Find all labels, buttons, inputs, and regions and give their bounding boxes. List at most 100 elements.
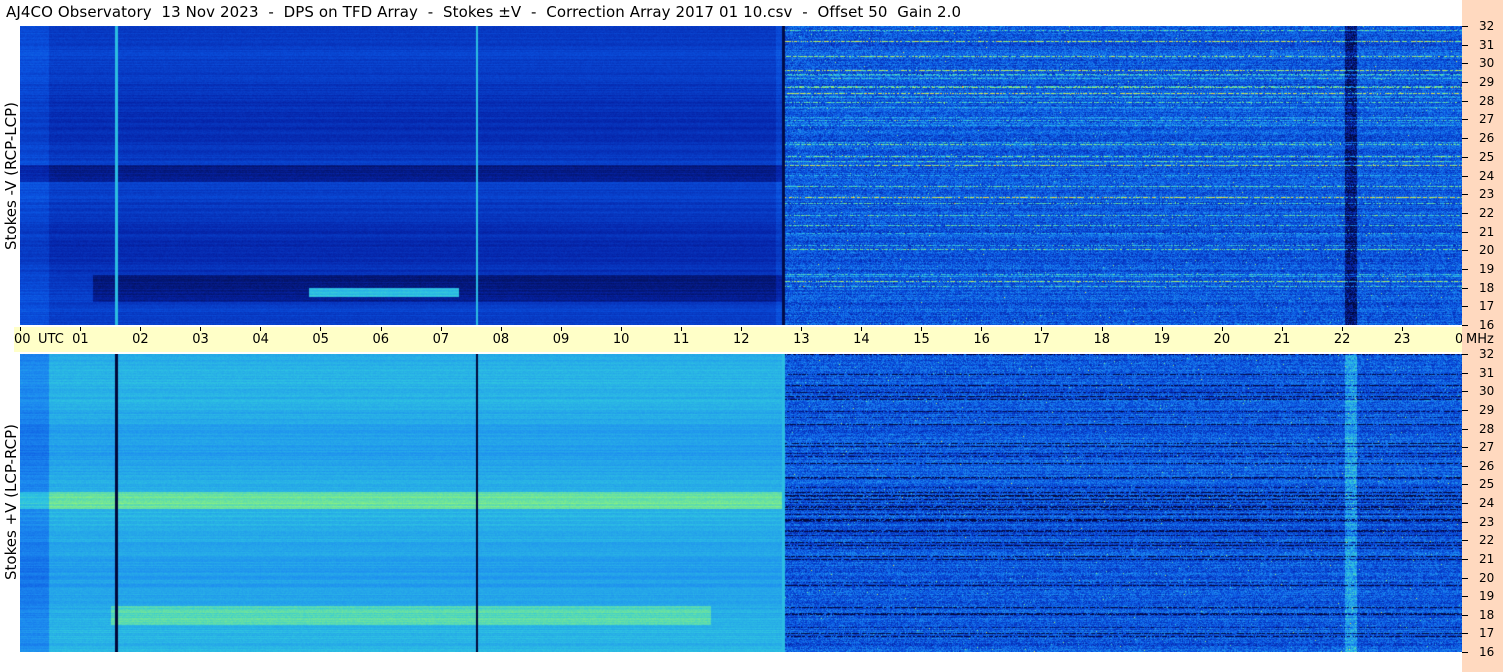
frequency-tick-mark (1462, 596, 1468, 598)
time-tick-mark (200, 327, 202, 331)
frequency-tick-label: 31 (1479, 37, 1495, 52)
frequency-tick-label: 31 (1479, 365, 1495, 380)
time-tick-mark (981, 327, 983, 331)
time-tick-label: 10 (612, 332, 630, 347)
frequency-tick-mark (1462, 447, 1468, 449)
frequency-tick-label: 30 (1479, 56, 1495, 71)
frequency-tick-label: 20 (1479, 243, 1495, 258)
time-tick-mark (1281, 327, 1283, 331)
spectrogram-top-panel (20, 26, 1462, 325)
frequency-tick-label: 19 (1479, 589, 1495, 604)
time-tick-label: 03 (192, 332, 209, 347)
frequency-tick-label: 19 (1479, 261, 1495, 276)
frequency-tick-label: 32 (1479, 19, 1495, 33)
frequency-tick-mark (1462, 354, 1468, 355)
time-tick-label: 09 (552, 332, 570, 347)
time-axis: 00 UTC 01 02 03 04 05 06 07 08 09 10 11 12 13 14 15 16 17 1… (14, 327, 1474, 352)
time-tick-label: 23 (1393, 332, 1411, 347)
frequency-tick-mark (1462, 325, 1468, 326)
frequency-tick-mark (1462, 82, 1468, 84)
frequency-tick-label: 16 (1479, 318, 1495, 332)
frequency-tick-mark (1462, 428, 1468, 430)
time-tick-label: 17 (1033, 332, 1050, 347)
frequency-tick-mark (1462, 521, 1468, 523)
time-tick-mark (1101, 327, 1103, 331)
frequency-tick-label: 25 (1479, 477, 1495, 492)
frequency-tick-mark (1462, 614, 1468, 616)
frequency-tick-label: 26 (1479, 131, 1495, 146)
time-tick-mark (1341, 327, 1343, 331)
frequency-tick-label: 28 (1479, 421, 1495, 436)
time-tick-mark (680, 327, 682, 331)
frequency-tick-label: 30 (1479, 384, 1495, 399)
time-tick-label: 22 (1333, 332, 1351, 347)
frequency-tick-label: 27 (1479, 112, 1495, 127)
bottom-panel-ylabel: Stokes +V (LCP-RCP) (2, 424, 20, 580)
time-tick-label: 18 (1093, 332, 1111, 347)
time-tick-label: 12 (733, 332, 750, 347)
frequency-tick-mark (1462, 212, 1468, 214)
time-tick-label: 14 (853, 332, 870, 347)
frequency-tick-mark (1462, 194, 1468, 196)
frequency-tick-label: 26 (1479, 458, 1495, 473)
frequency-tick-label: 29 (1479, 402, 1495, 417)
spectrogram-top-canvas (20, 26, 1462, 325)
frequency-tick-mark (1462, 409, 1468, 411)
spectrogram-bottom-panel (20, 354, 1462, 652)
frequency-tick-label: 24 (1479, 168, 1495, 183)
frequency-tick-mark (1462, 306, 1468, 308)
time-tick-label: 21 (1273, 332, 1291, 347)
time-tick-mark (380, 327, 382, 331)
frequency-tick-mark (1462, 372, 1468, 374)
frequency-tick-mark (1462, 138, 1468, 140)
time-unit-label: UTC (38, 332, 64, 347)
chart-title: AJ4CO Observatory 13 Nov 2023 - DPS on T… (6, 3, 962, 21)
time-tick-label: 01 (72, 332, 89, 347)
frequency-tick-label: 22 (1479, 205, 1495, 220)
frequency-tick-mark (1462, 175, 1468, 177)
time-tick-mark (921, 327, 923, 331)
frequency-tick-mark (1462, 26, 1468, 27)
frequency-tick-mark (1462, 652, 1468, 653)
frequency-tick-label: 23 (1479, 514, 1495, 529)
frequency-tick-mark (1462, 63, 1468, 65)
time-tick-label: 02 (132, 332, 149, 347)
frequency-tick-label: 17 (1479, 299, 1495, 314)
frequency-tick-label: 25 (1479, 149, 1495, 164)
frequency-tick-label: 18 (1479, 607, 1495, 622)
frequency-tick-mark (1462, 287, 1468, 289)
frequency-tick-label: 23 (1479, 187, 1495, 202)
frequency-tick-mark (1462, 558, 1468, 560)
frequency-tick-label: 32 (1479, 347, 1495, 361)
time-tick-label: 06 (372, 332, 390, 347)
time-tick-mark (741, 327, 742, 331)
time-tick-mark (1401, 327, 1403, 331)
frequency-tick-mark (1462, 540, 1468, 542)
frequency-tick-label: 21 (1479, 551, 1495, 566)
time-tick-label: 13 (793, 332, 810, 347)
time-tick-label: 08 (492, 332, 510, 347)
time-tick-mark (1221, 327, 1223, 331)
time-tick-label: 07 (432, 332, 450, 347)
frequency-tick-mark (1462, 484, 1468, 486)
time-tick-mark (1161, 327, 1163, 331)
time-tick-label: 20 (1213, 332, 1231, 347)
time-tick-mark (260, 327, 262, 331)
frequency-unit-label: MHz (1466, 332, 1494, 347)
frequency-tick-label: 21 (1479, 224, 1495, 239)
time-tick-mark (801, 327, 803, 331)
frequency-tick-label: 27 (1479, 440, 1495, 455)
frequency-tick-mark (1462, 119, 1468, 121)
frequency-tick-label: 18 (1479, 280, 1495, 295)
frequency-tick-label: 17 (1479, 626, 1495, 641)
frequency-tick-label: 22 (1479, 533, 1495, 548)
time-tick-label: 16 (973, 332, 990, 347)
frequency-tick-mark (1462, 44, 1468, 46)
time-tick-mark (20, 327, 21, 331)
frequency-tick-label: 20 (1479, 570, 1495, 585)
frequency-tick-mark (1462, 250, 1468, 252)
time-tick-label: 11 (672, 332, 690, 347)
top-panel-ylabel: Stokes -V (RCP-LCP) (2, 102, 20, 250)
frequency-tick-mark (1462, 156, 1468, 158)
frequency-tick-mark (1462, 391, 1468, 393)
